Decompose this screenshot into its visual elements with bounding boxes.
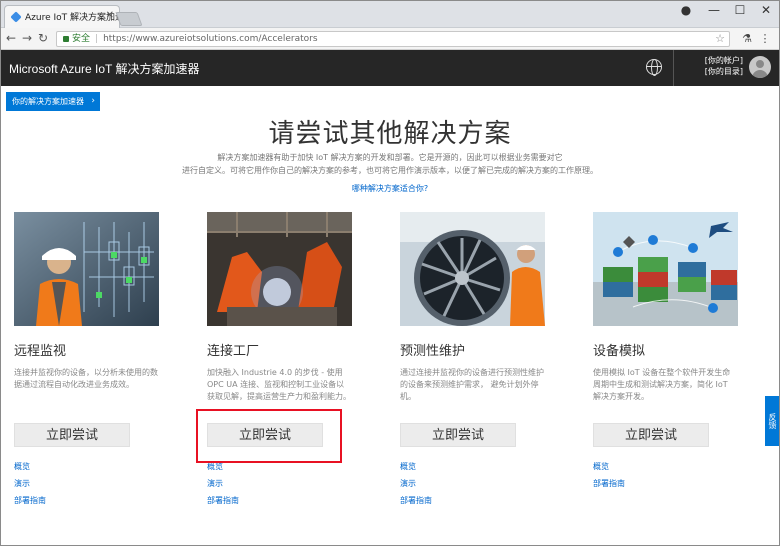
deployment-guide-link[interactable]: 部署指南 [593,475,625,492]
card-description: 通过连接并监视你的设备进行预测性维护的设备来预测维护需求， 避免计划外停机。 [400,368,544,401]
overview-link[interactable]: 概览 [593,458,625,475]
card-title: 远程监视 [14,344,67,359]
card-links: 概览 部署指南 [593,458,625,492]
avatar[interactable] [749,56,771,78]
address-bar[interactable]: 安全 | https://www.azureiotsolutions.com/Acc… [56,31,730,47]
reload-button[interactable]: ↻ [36,31,50,45]
url-separator: | [95,34,99,44]
address-bar-row: ← → ↻ 安全 | https://www.azureiotsolutions.c… [0,28,780,50]
card-description: 使用模拟 IoT 设备在整个软件开发生命周期中生成和测试解决方案，简化 IoT … [593,368,731,401]
overview-link[interactable]: 概览 [400,458,432,475]
card-title: 预测性维护 [400,344,466,359]
demo-link[interactable]: 演示 [207,475,239,492]
app-header: Microsoft Azure IoT 解决方案加速器 [你的帐户] [你的目录… [1,50,779,86]
close-window-button[interactable]: ✕ [752,3,780,17]
account-info[interactable]: [你的帐户] [你的目录] [705,55,743,77]
remote-monitoring-image [14,212,159,326]
menu-kebab-icon[interactable]: ⋮ [758,32,772,45]
card-description: 连接并监视你的设备，以分析未使用的数据通过流程自动化改进业务成效。 [14,368,158,389]
browser-tab[interactable]: Azure IoT 解决方案加速器 ✕ [4,5,120,28]
card-predictive-maintenance: 预测性维护 通过连接并监视你的设备进行预测性维护的设备来预测维护需求， 避免计划… [400,212,545,505]
try-now-button[interactable]: 立即尝试 [400,423,516,447]
card-links: 概览 演示 部署指南 [207,458,239,509]
card-device-simulation: 设备模拟 使用模拟 IoT 设备在整个软件开发生命周期中生成和测试解决方案，简化… [593,212,738,488]
new-tab-button[interactable] [115,12,143,26]
feedback-button[interactable]: 反馈 [765,396,780,446]
try-now-button[interactable]: 立即尝试 [593,423,709,447]
card-connected-factory: 连接工厂 加快融入 Industrie 4.0 的步伐 - 使用 OPC UA … [207,212,352,505]
description-line: 进行自定义。可将它用作你自己的解决方案的参考，也可将它用作演示版本，以便了解已完… [182,166,598,175]
card-remote-monitoring: 远程监视 连接并监视你的设备，以分析未使用的数据通过流程自动化改进业务成效。 立… [14,212,159,505]
deployment-guide-link[interactable]: 部署指南 [207,492,239,509]
your-accelerators-button[interactable]: 你的解决方案加速器 › [6,92,100,111]
directory-name: [你的目录] [704,67,743,76]
bookmark-star-icon[interactable]: ☆ [715,32,725,46]
page-title: 请尝试其他解决方案 [268,119,512,149]
device-simulation-image [593,212,738,326]
try-now-button[interactable]: 立即尝试 [14,423,130,447]
header-divider [673,50,674,86]
demo-link[interactable]: 演示 [400,475,432,492]
page-description: 解决方案加速器有助于加快 IoT 解决方案的开发和部署。它是开源的，因此可以根据… [140,151,640,177]
highlight-box [196,409,342,463]
your-accelerators-label: 你的解决方案加速器 [12,97,84,106]
description-line: 解决方案加速器有助于加快 IoT 解决方案的开发和部署。它是开源的，因此可以根据… [217,153,563,162]
deployment-guide-link[interactable]: 部署指南 [400,492,432,509]
account-name: [你的帐户] [704,56,743,65]
which-solution-link[interactable]: 哪种解决方案适合你? [0,183,780,194]
deployment-guide-link[interactable]: 部署指南 [14,492,46,509]
profile-icon[interactable]: ● [672,3,700,17]
url-text: https://www.azureiotsolutions.com/Accele… [103,34,318,44]
lock-icon [63,35,69,42]
overview-link[interactable]: 概览 [14,458,46,475]
forward-button[interactable]: → [20,31,34,45]
globe-icon[interactable] [646,59,662,76]
chevron-right-icon: › [91,96,95,106]
card-title: 连接工厂 [207,344,260,359]
connected-factory-image [207,212,352,326]
predictive-maintenance-image [400,212,545,326]
card-links: 概览 演示 部署指南 [14,458,46,509]
minimize-button[interactable]: — [700,3,728,17]
tab-close-icon[interactable]: ✕ [106,10,114,21]
app-title: Microsoft Azure IoT 解决方案加速器 [9,62,200,76]
maximize-button[interactable]: ☐ [726,3,754,17]
extension-icon[interactable]: ⚗ [740,32,754,45]
demo-link[interactable]: 演示 [14,475,46,492]
card-title: 设备模拟 [593,344,646,359]
card-links: 概览 演示 部署指南 [400,458,432,509]
browser-tab-bar: Azure IoT 解决方案加速器 ✕ ● — ☐ ✕ [0,0,780,28]
azure-favicon-icon [10,11,22,23]
back-button[interactable]: ← [4,31,18,45]
secure-label: 安全 [72,34,91,44]
